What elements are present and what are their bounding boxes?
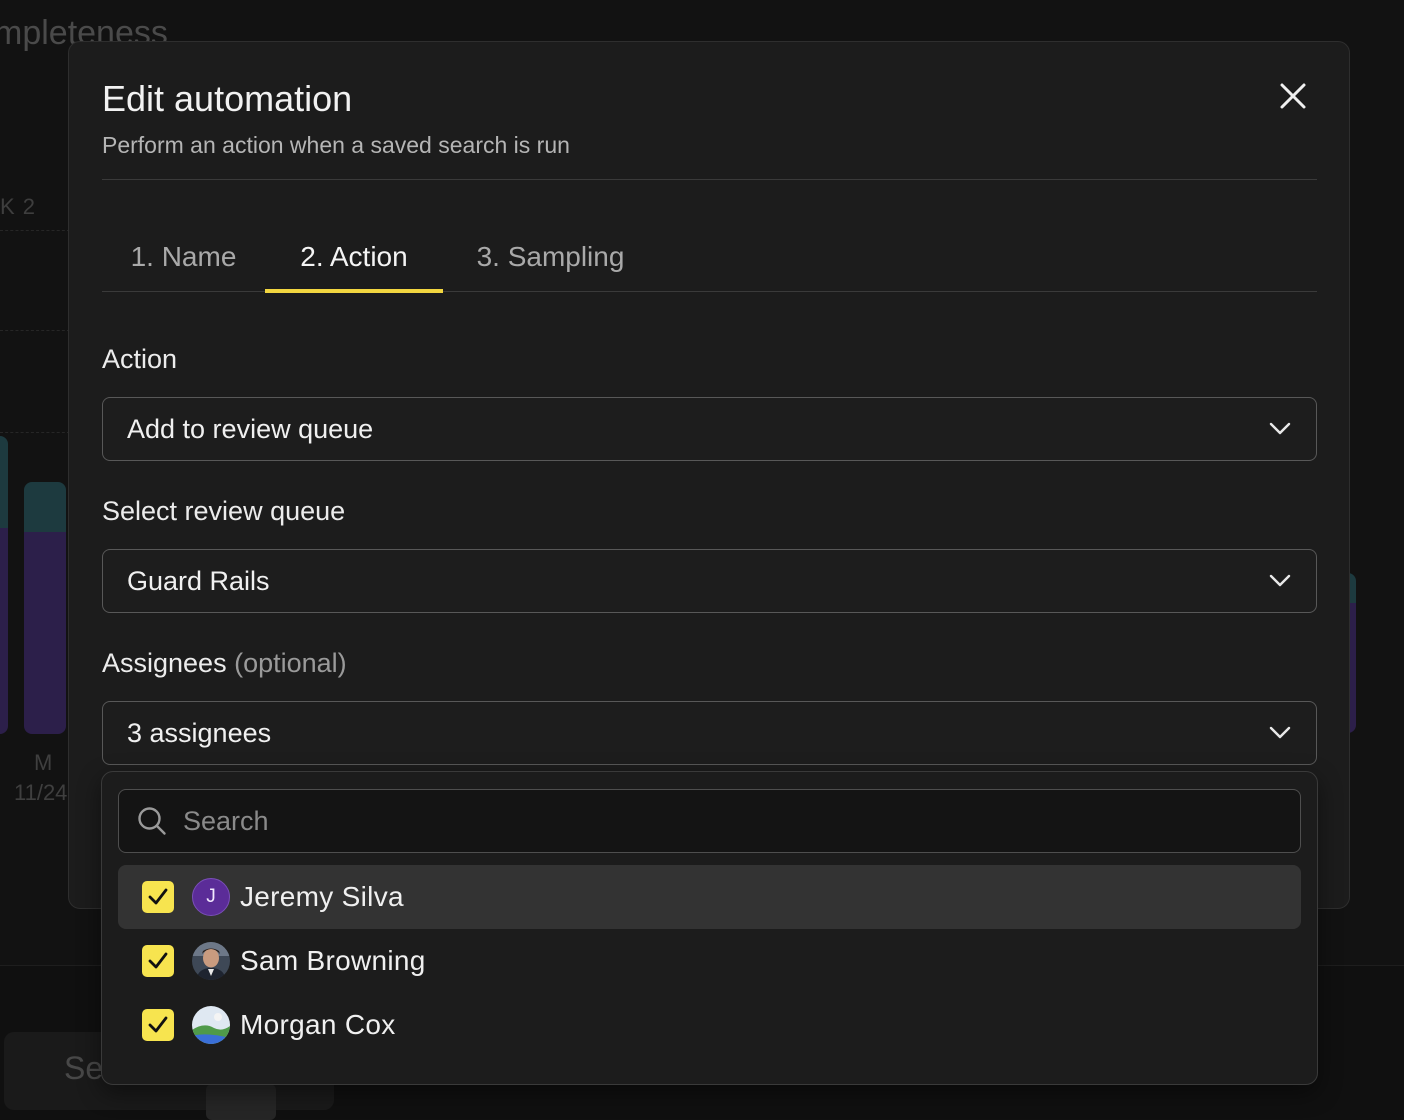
assignee-name: Jeremy Silva [240, 881, 404, 912]
background-axis-date: 11/24 [14, 780, 68, 805]
search-input[interactable] [183, 805, 1283, 837]
header-divider [102, 179, 1317, 180]
assignee-option-sam-browning[interactable]: Sam Browning [118, 929, 1301, 993]
assignees-dropdown: J Jeremy Silva Sam Browning [101, 771, 1318, 1085]
background-button-chip [206, 1084, 276, 1120]
assignees-optional-text: (optional) [234, 648, 347, 678]
review-queue-select[interactable]: Guard Rails [102, 549, 1317, 613]
background-gridline [0, 330, 70, 331]
assignee-option-morgan-cox[interactable]: Morgan Cox [118, 993, 1301, 1057]
close-button[interactable] [1273, 76, 1313, 116]
avatar-photo [192, 1006, 230, 1044]
assignee-option-jeremy-silva[interactable]: J Jeremy Silva [118, 865, 1301, 929]
checkbox-checked[interactable] [142, 1009, 174, 1041]
avatar: J [192, 878, 230, 916]
review-queue-select-value: Guard Rails [127, 565, 270, 596]
tab-name[interactable]: 1. Name [102, 222, 265, 292]
background-bar [24, 482, 66, 734]
screen: mpleteness K 2 M 11/24 Se Edit automatio… [0, 0, 1404, 1120]
action-label: Action [102, 344, 178, 374]
background-gridline [0, 230, 70, 231]
background-bar [0, 436, 8, 734]
close-icon [1280, 83, 1306, 109]
search-field[interactable] [118, 789, 1301, 853]
check-icon [148, 888, 168, 905]
action-select[interactable]: Add to review queue [102, 397, 1317, 461]
tab-sampling[interactable]: 3. Sampling [443, 222, 658, 292]
step-tabs: 1. Name 2. Action 3. Sampling [102, 222, 1317, 293]
background-week-label: K 2 [0, 194, 37, 219]
modal-subtitle: Perform an action when a saved search is… [102, 132, 570, 158]
chevron-down-icon [1268, 569, 1292, 593]
tab-action[interactable]: 2. Action [265, 222, 443, 293]
review-queue-label: Select review queue [102, 496, 346, 526]
assignee-name: Morgan Cox [240, 1009, 396, 1040]
checkbox-checked[interactable] [142, 881, 174, 913]
chevron-down-icon [1268, 417, 1292, 441]
assignees-select[interactable]: 3 assignees [102, 701, 1317, 765]
checkbox-checked[interactable] [142, 945, 174, 977]
background-gridline [0, 432, 70, 433]
assignees-label: Assignees (optional) [102, 648, 347, 679]
assignee-name: Sam Browning [240, 945, 426, 976]
chevron-down-icon [1268, 721, 1292, 745]
search-icon [138, 807, 166, 835]
check-icon [148, 1016, 168, 1033]
check-icon [148, 952, 168, 969]
modal-title: Edit automation [102, 78, 353, 119]
background-button-label: Se [64, 1050, 104, 1086]
action-select-value: Add to review queue [127, 413, 374, 444]
background-axis-day: M [34, 750, 53, 775]
assignees-label-text: Assignees [102, 648, 227, 678]
avatar-photo [192, 942, 230, 980]
assignees-select-value: 3 assignees [127, 717, 272, 748]
